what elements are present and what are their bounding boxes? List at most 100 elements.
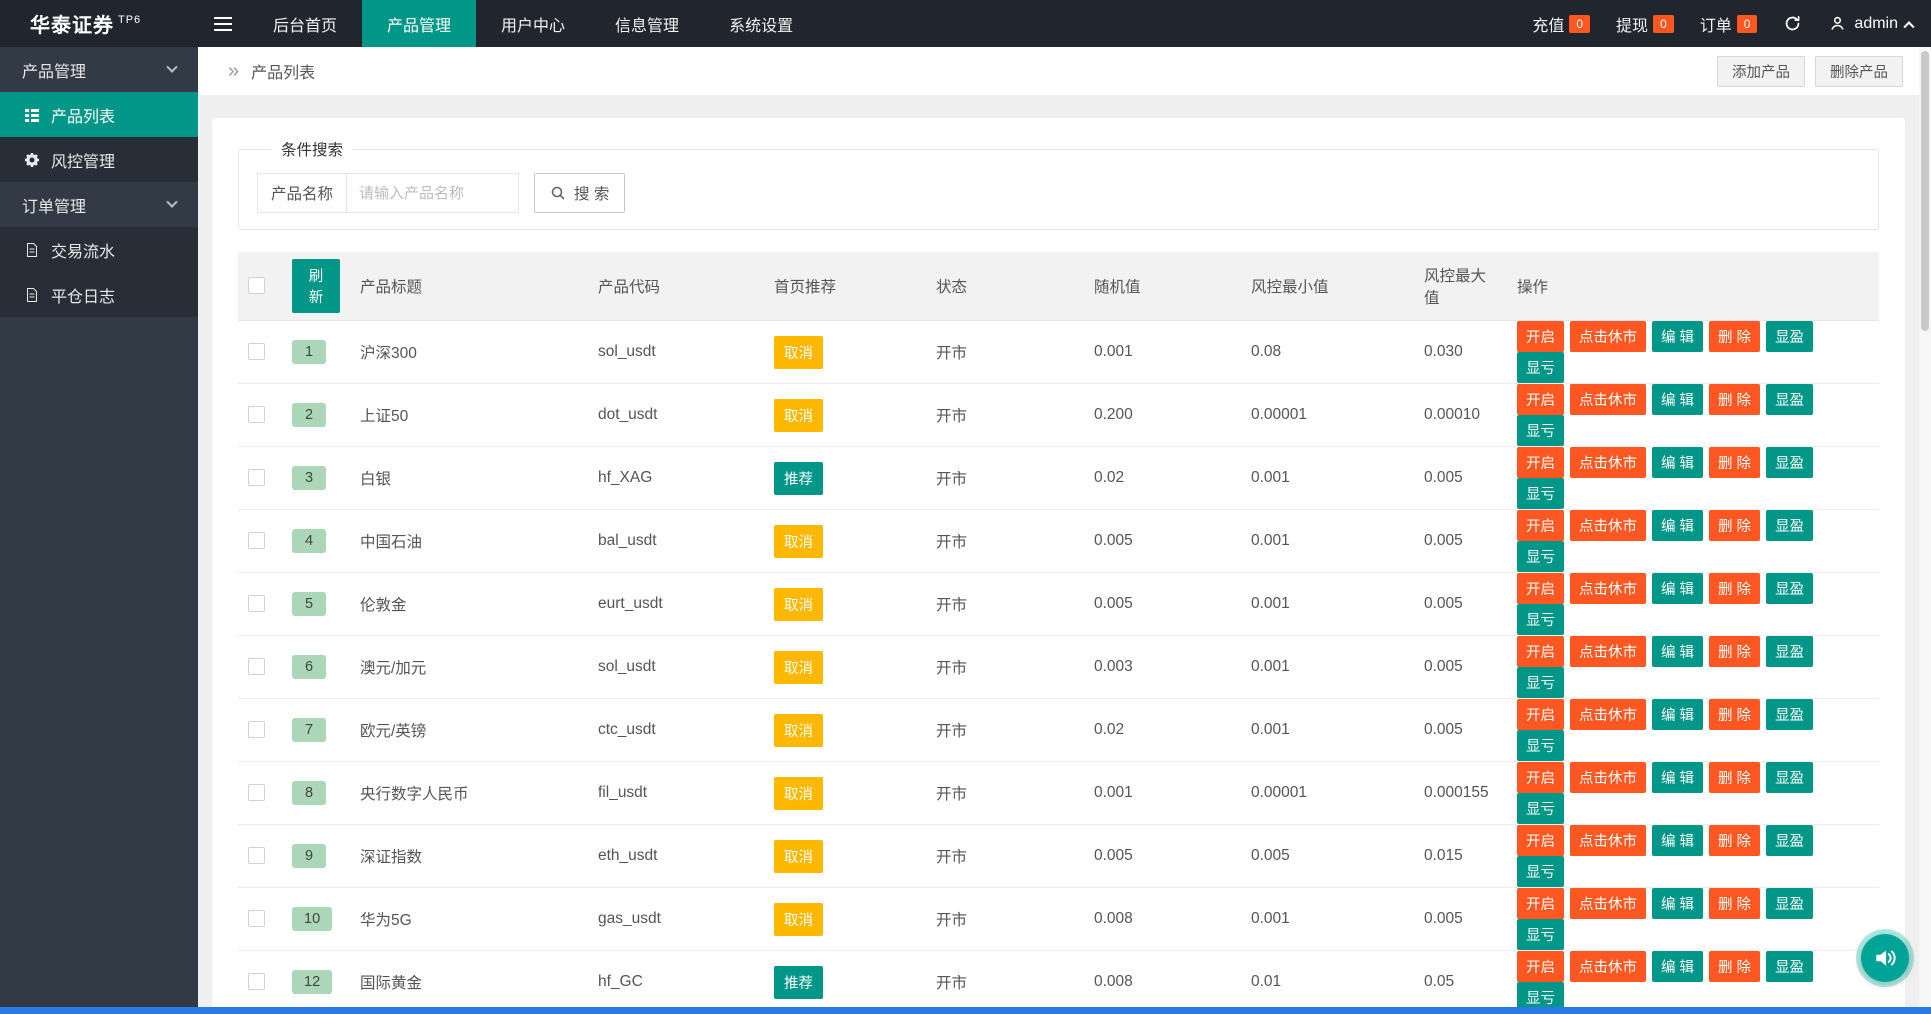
edit-button[interactable]: 编 辑 [1652, 384, 1704, 415]
show-profit-button[interactable]: 显盈 [1766, 636, 1814, 667]
recommend-badge[interactable]: 推荐 [774, 965, 823, 999]
show-profit-button[interactable]: 显盈 [1766, 447, 1814, 478]
row-checkbox[interactable] [248, 784, 265, 802]
market-close-button[interactable]: 点击休市 [1570, 951, 1646, 982]
sidebar-item-risk[interactable]: 风控管理 [0, 137, 198, 182]
delete-button[interactable]: 删 除 [1709, 447, 1761, 478]
show-profit-button[interactable]: 显盈 [1766, 384, 1814, 415]
orders-link[interactable]: 订单 0 [1700, 12, 1758, 36]
cancel-badge[interactable]: 取消 [774, 713, 823, 747]
cancel-badge[interactable]: 取消 [774, 398, 823, 432]
delete-product-button[interactable]: 删除产品 [1815, 55, 1903, 87]
cancel-badge[interactable]: 取消 [774, 587, 823, 621]
show-loss-button[interactable]: 显亏 [1517, 793, 1564, 824]
market-close-button[interactable]: 点击休市 [1570, 447, 1646, 478]
show-profit-button[interactable]: 显盈 [1766, 699, 1814, 730]
edit-button[interactable]: 编 辑 [1652, 888, 1704, 919]
nav-item-home[interactable]: 后台首页 [248, 0, 362, 47]
sidebar-item-trade-flow[interactable]: 交易流水 [0, 227, 198, 272]
edit-button[interactable]: 编 辑 [1652, 447, 1704, 478]
show-loss-button[interactable]: 显亏 [1517, 982, 1564, 1007]
market-close-button[interactable]: 点击休市 [1570, 825, 1646, 856]
market-close-button[interactable]: 点击休市 [1570, 762, 1646, 793]
cancel-badge[interactable]: 取消 [774, 524, 823, 558]
sidebar-group-product[interactable]: 产品管理 [0, 47, 198, 92]
show-profit-button[interactable]: 显盈 [1766, 825, 1814, 856]
market-close-button[interactable]: 点击休市 [1570, 573, 1646, 604]
refresh-icon[interactable] [1783, 14, 1802, 33]
row-checkbox[interactable] [248, 595, 265, 613]
show-profit-button[interactable]: 显盈 [1766, 510, 1814, 541]
select-all-checkbox[interactable] [248, 277, 265, 295]
market-close-button[interactable]: 点击休市 [1570, 321, 1646, 352]
open-button[interactable]: 开启 [1517, 321, 1564, 352]
nav-item-info[interactable]: 信息管理 [590, 0, 704, 47]
row-checkbox[interactable] [248, 406, 265, 424]
edit-button[interactable]: 编 辑 [1652, 699, 1704, 730]
recommend-badge[interactable]: 推荐 [774, 461, 823, 495]
show-profit-button[interactable]: 显盈 [1766, 951, 1814, 982]
product-name-input[interactable] [347, 173, 520, 213]
cancel-badge[interactable]: 取消 [774, 902, 823, 936]
search-button[interactable]: 搜 索 [534, 173, 626, 213]
delete-button[interactable]: 删 除 [1709, 510, 1761, 541]
delete-button[interactable]: 删 除 [1709, 573, 1761, 604]
delete-button[interactable]: 删 除 [1709, 321, 1761, 352]
open-button[interactable]: 开启 [1517, 951, 1564, 982]
refresh-button[interactable]: 刷 新 [292, 259, 340, 313]
scrollbar-thumb[interactable] [1921, 51, 1929, 331]
open-button[interactable]: 开启 [1517, 447, 1564, 478]
open-button[interactable]: 开启 [1517, 384, 1564, 415]
show-loss-button[interactable]: 显亏 [1517, 667, 1564, 698]
market-close-button[interactable]: 点击休市 [1570, 699, 1646, 730]
nav-item-settings[interactable]: 系统设置 [704, 0, 818, 47]
sidebar-item-product-list[interactable]: 产品列表 [0, 92, 198, 137]
show-loss-button[interactable]: 显亏 [1517, 856, 1564, 887]
row-checkbox[interactable] [248, 469, 265, 487]
add-product-button[interactable]: 添加产品 [1717, 55, 1805, 87]
edit-button[interactable]: 编 辑 [1652, 321, 1704, 352]
user-menu[interactable]: admin [1828, 14, 1915, 33]
row-checkbox[interactable] [248, 910, 265, 928]
show-loss-button[interactable]: 显亏 [1517, 415, 1564, 446]
open-button[interactable]: 开启 [1517, 762, 1564, 793]
show-profit-button[interactable]: 显盈 [1766, 573, 1814, 604]
delete-button[interactable]: 删 除 [1709, 636, 1761, 667]
row-checkbox[interactable] [248, 721, 265, 739]
delete-button[interactable]: 删 除 [1709, 951, 1761, 982]
cancel-badge[interactable]: 取消 [774, 650, 823, 684]
hamburger-icon[interactable] [198, 0, 248, 47]
row-checkbox[interactable] [248, 973, 265, 991]
cancel-badge[interactable]: 取消 [774, 776, 823, 810]
show-loss-button[interactable]: 显亏 [1517, 478, 1564, 509]
cancel-badge[interactable]: 取消 [774, 335, 823, 369]
edit-button[interactable]: 编 辑 [1652, 636, 1704, 667]
sidebar-group-orders[interactable]: 订单管理 [0, 182, 198, 227]
edit-button[interactable]: 编 辑 [1652, 825, 1704, 856]
open-button[interactable]: 开启 [1517, 510, 1564, 541]
open-button[interactable]: 开启 [1517, 573, 1564, 604]
edit-button[interactable]: 编 辑 [1652, 762, 1704, 793]
open-button[interactable]: 开启 [1517, 825, 1564, 856]
cancel-badge[interactable]: 取消 [774, 839, 823, 873]
sidebar-item-close-log[interactable]: 平仓日志 [0, 272, 198, 317]
delete-button[interactable]: 删 除 [1709, 384, 1761, 415]
show-loss-button[interactable]: 显亏 [1517, 352, 1564, 383]
edit-button[interactable]: 编 辑 [1652, 573, 1704, 604]
show-loss-button[interactable]: 显亏 [1517, 541, 1564, 572]
row-checkbox[interactable] [248, 343, 265, 361]
edit-button[interactable]: 编 辑 [1652, 951, 1704, 982]
market-close-button[interactable]: 点击休市 [1570, 510, 1646, 541]
open-button[interactable]: 开启 [1517, 636, 1564, 667]
delete-button[interactable]: 删 除 [1709, 699, 1761, 730]
market-close-button[interactable]: 点击休市 [1570, 384, 1646, 415]
open-button[interactable]: 开启 [1517, 699, 1564, 730]
market-close-button[interactable]: 点击休市 [1570, 888, 1646, 919]
delete-button[interactable]: 删 除 [1709, 888, 1761, 919]
nav-item-user-center[interactable]: 用户中心 [476, 0, 590, 47]
row-checkbox[interactable] [248, 847, 265, 865]
delete-button[interactable]: 删 除 [1709, 762, 1761, 793]
row-checkbox[interactable] [248, 658, 265, 676]
sound-float-button[interactable] [1861, 934, 1909, 982]
open-button[interactable]: 开启 [1517, 888, 1564, 919]
